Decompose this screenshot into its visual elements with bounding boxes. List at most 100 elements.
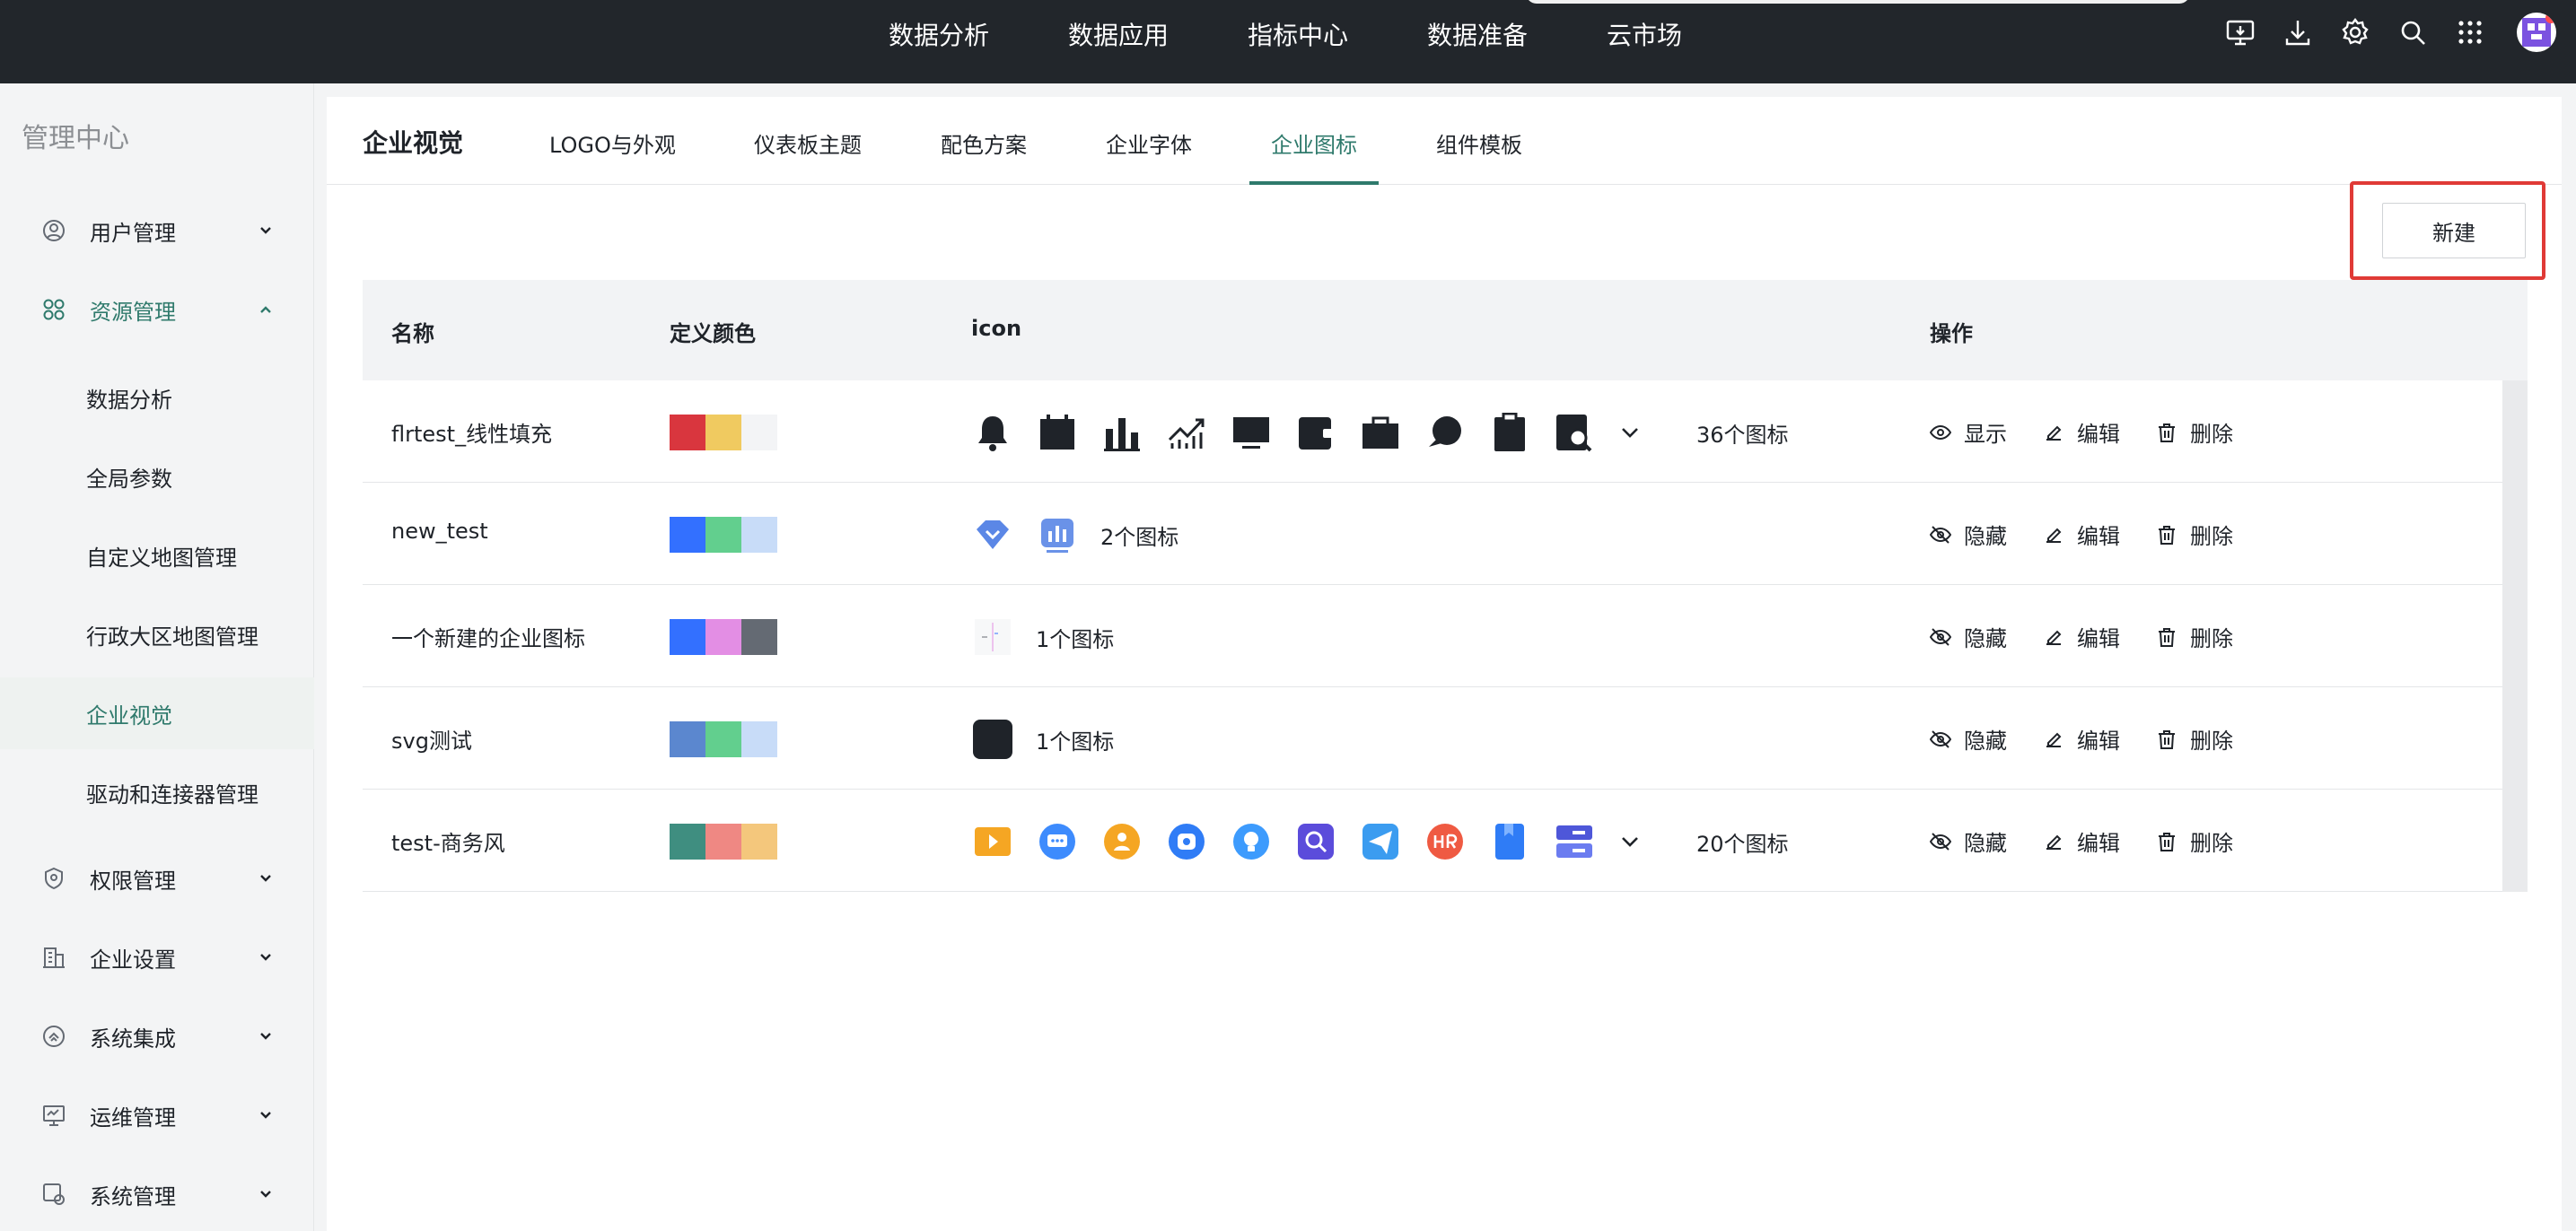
color-swatches — [670, 824, 777, 860]
monitor-icon — [41, 1103, 66, 1128]
tab-enterprise-icon[interactable]: 企业图标 — [1271, 127, 1357, 159]
tab-component-template[interactable]: 组件模板 — [1436, 127, 1522, 159]
sidebar-subitem-data-analysis[interactable]: 数据分析 — [0, 362, 314, 433]
nav-data-application[interactable]: 数据应用 — [1068, 16, 1169, 52]
shield-icon — [41, 866, 66, 891]
color-swatch — [705, 619, 741, 655]
row-name: flrtest_线性填充 — [391, 422, 553, 447]
icon-preview-list: 1个图标 — [971, 718, 1114, 761]
row-name: svg测试 — [391, 729, 472, 754]
tab-color-scheme[interactable]: 配色方案 — [941, 127, 1027, 159]
trash-icon — [2156, 524, 2177, 546]
delete-button[interactable]: 删除 — [2156, 825, 2233, 857]
icon-count: 1个图标 — [1036, 729, 1115, 755]
server-stack-icon — [1553, 820, 1596, 863]
sidebar-item-resource-management[interactable]: 资源管理 — [0, 274, 314, 345]
chevron-down-icon[interactable] — [1617, 411, 1643, 454]
search-pill[interactable] — [1526, 0, 2190, 4]
bar-chart-icon — [1100, 411, 1143, 454]
sidebar-item-label: 企业设置 — [90, 947, 176, 973]
color-swatch — [670, 517, 705, 553]
bookmark-icon — [1488, 820, 1531, 863]
hide-button[interactable]: 隐藏 — [1930, 519, 2007, 550]
sidebar-item-user-management[interactable]: 用户管理 — [0, 195, 314, 266]
edit-button[interactable]: 编辑 — [2043, 416, 2120, 448]
action-label: 隐藏 — [1964, 729, 2007, 754]
tab-enterprise-font[interactable]: 企业字体 — [1106, 127, 1192, 159]
apps-grid-icon[interactable] — [2450, 13, 2490, 52]
hide-button[interactable]: 隐藏 — [1930, 825, 2007, 857]
action-label: 删除 — [2190, 729, 2233, 754]
paper-plane-icon — [1359, 820, 1402, 863]
color-swatch — [670, 721, 705, 757]
sidebar-subitem-label: 全局参数 — [86, 466, 172, 492]
wallet-icon — [1294, 411, 1337, 454]
new-button[interactable]: 新建 — [2382, 203, 2526, 258]
sidebar-subitem-drivers[interactable]: 驱动和连接器管理 — [0, 756, 314, 828]
edit-button[interactable]: 编辑 — [2043, 621, 2120, 652]
building-icon — [41, 945, 66, 970]
download-icon[interactable] — [2278, 13, 2318, 52]
icon-preview-list: 1个图标 — [971, 616, 1114, 659]
trash-icon — [2156, 729, 2177, 750]
resource-grid-icon — [41, 297, 66, 322]
color-swatch — [741, 824, 777, 860]
delete-button[interactable]: 删除 — [2156, 621, 2233, 652]
sidebar-subitem-region-map[interactable]: 行政大区地图管理 — [0, 598, 314, 670]
action-label: 删除 — [2190, 422, 2233, 447]
delete-button[interactable]: 删除 — [2156, 519, 2233, 550]
nav-data-analysis[interactable]: 数据分析 — [889, 16, 989, 52]
gear-icon[interactable] — [2335, 13, 2375, 52]
sidebar-item-label: 资源管理 — [90, 299, 176, 325]
sidebar-item-label: 系统管理 — [90, 1183, 176, 1209]
integration-icon — [41, 1024, 66, 1049]
pencil-icon — [2043, 729, 2064, 750]
chevron-down-icon — [257, 1027, 275, 1045]
chart-board-icon — [1036, 513, 1079, 556]
clipboard-icon — [1488, 411, 1531, 454]
color-swatches — [670, 619, 777, 655]
nav-data-prep[interactable]: 数据准备 — [1427, 16, 1528, 52]
sidebar-item-permission[interactable]: 权限管理 — [0, 842, 314, 914]
row-actions: 隐藏 编辑 删除 — [1930, 723, 2269, 755]
icon-count: 36个图标 — [1696, 422, 1789, 448]
message-icon — [1036, 820, 1079, 863]
user-icon — [41, 218, 66, 243]
edit-button[interactable]: 编辑 — [2043, 519, 2120, 550]
show-button[interactable]: 显示 — [1930, 416, 2007, 448]
sidebar-subitem-custom-map[interactable]: 自定义地图管理 — [0, 519, 314, 591]
tab-logo-appearance[interactable]: LOGO与外观 — [549, 127, 676, 159]
screen-download-icon[interactable] — [2221, 13, 2260, 52]
sidebar-item-system-integration[interactable]: 系统集成 — [0, 1000, 314, 1072]
sidebar-item-enterprise-settings[interactable]: 企业设置 — [0, 921, 314, 993]
notification-dot — [2545, 13, 2556, 23]
hide-button[interactable]: 隐藏 — [1930, 621, 2007, 652]
delete-button[interactable]: 删除 — [2156, 416, 2233, 448]
person-badge-icon — [1100, 820, 1143, 863]
tab-dashboard-theme[interactable]: 仪表板主题 — [754, 127, 862, 159]
header-actions: 操作 — [1930, 321, 1973, 346]
hide-button[interactable]: 隐藏 — [1930, 723, 2007, 755]
chevron-up-icon — [257, 301, 275, 319]
color-swatches — [670, 721, 777, 757]
table-header: 名称 定义颜色 icon 操作 — [363, 280, 2528, 380]
nav-cloud-market[interactable]: 云市场 — [1607, 16, 1682, 52]
action-label: 隐藏 — [1964, 626, 2007, 651]
table-row: svg测试 1个图标 隐藏 编辑 删除 — [363, 687, 2502, 790]
nav-metric-center[interactable]: 指标中心 — [1248, 16, 1348, 52]
pencil-icon — [2043, 524, 2064, 546]
sidebar-item-system-management[interactable]: 系统管理 — [0, 1158, 314, 1230]
color-swatch — [705, 721, 741, 757]
avatar[interactable] — [2517, 13, 2556, 52]
row-name: new_test — [391, 519, 488, 544]
edit-button[interactable]: 编辑 — [2043, 825, 2120, 857]
search-icon[interactable] — [2393, 13, 2432, 52]
table-scrollbar[interactable] — [2502, 380, 2528, 892]
sidebar-subitem-global-params[interactable]: 全局参数 — [0, 441, 314, 512]
edit-button[interactable]: 编辑 — [2043, 723, 2120, 755]
sidebar-subitem-enterprise-visual[interactable]: 企业视觉 — [0, 677, 314, 749]
sidebar-item-ops-management[interactable]: 运维管理 — [0, 1079, 314, 1151]
eye-off-icon — [1930, 729, 1951, 750]
delete-button[interactable]: 删除 — [2156, 723, 2233, 755]
chevron-down-icon[interactable] — [1617, 820, 1643, 863]
